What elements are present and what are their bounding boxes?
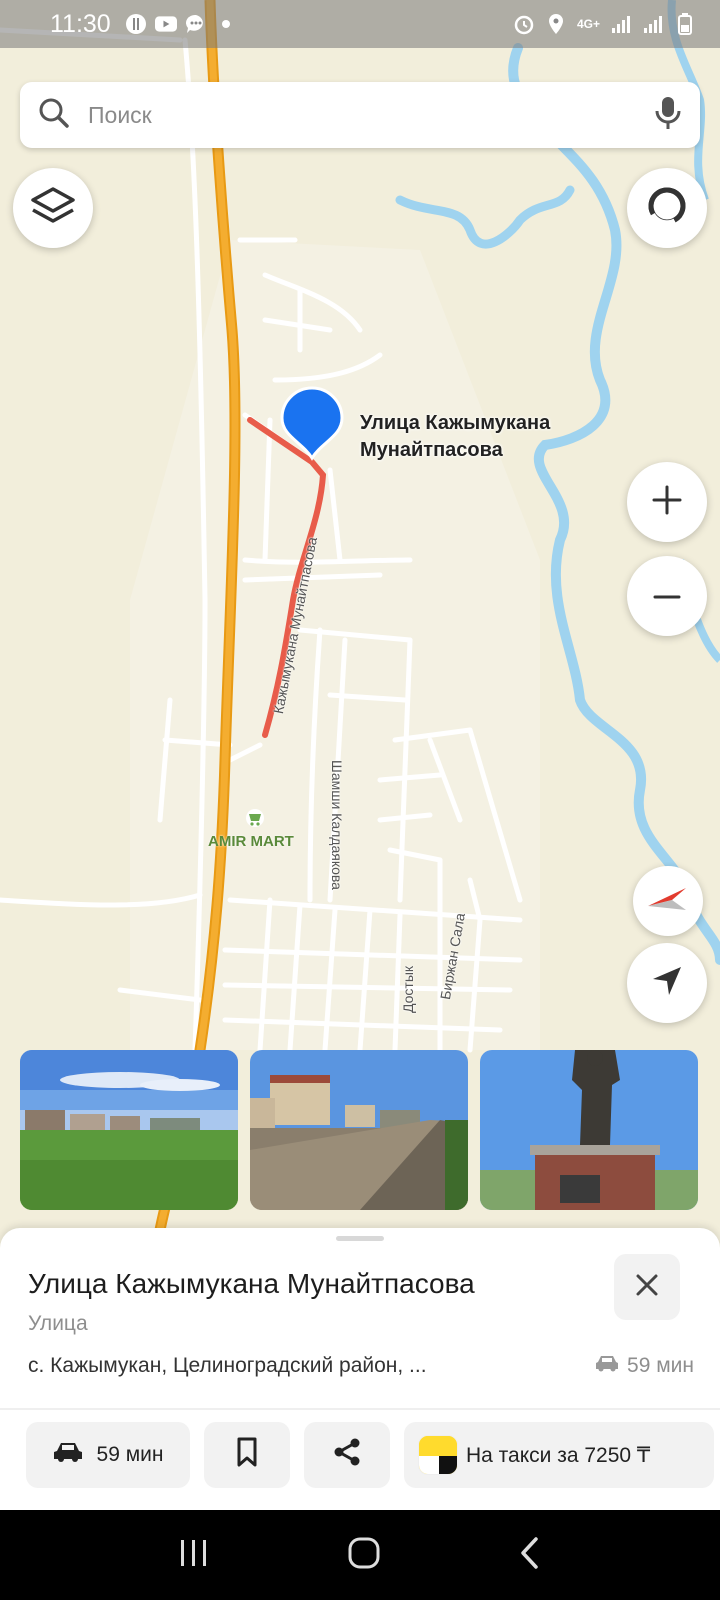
place-card: Улица Кажымукана Мунайтпасова Улица с. К… [0,1228,720,1510]
status-bar: 11:30 4G+ [0,0,720,48]
notification-icon [125,13,147,35]
share-icon [332,1437,362,1473]
photo-2[interactable] [250,1050,468,1210]
back-button[interactable] [518,1536,542,1575]
photo-3[interactable] [480,1050,698,1210]
search-bar[interactable]: Поиск [20,82,700,148]
dot-icon [215,13,237,35]
compass-ring-button[interactable] [627,168,707,248]
locate-icon [650,964,684,1003]
minus-icon [653,587,681,605]
search-icon [38,97,70,134]
divider [0,1408,720,1410]
route-button[interactable]: 59 мин [26,1422,190,1488]
place-eta: 59 мин [595,1354,694,1378]
bookmark-button[interactable] [204,1422,290,1488]
microphone-icon[interactable] [654,95,682,136]
photo-1[interactable] [20,1050,238,1210]
battery-icon [674,13,696,35]
shop-icon [246,809,264,827]
place-address: с. Кажымукан, Целиноградский район, ... [28,1354,427,1377]
street-label-kaldyakova: Шамши Калдаякова [329,760,345,890]
route-time: 59 мин [96,1443,164,1466]
taxi-logo [418,1435,458,1475]
system-nav-bar [0,1510,720,1600]
taxi-button[interactable]: На такси за 7250 ₸ [404,1422,714,1488]
place-title: Улица Кажымукана Мунайтпасова [28,1268,475,1299]
car-icon [595,1354,619,1378]
signal-icon-1 [610,13,632,35]
layers-icon [30,186,76,231]
network-type: 4G+ [576,17,600,31]
chat-icon [185,13,207,35]
zoom-in-button[interactable] [627,462,707,542]
locate-me-button[interactable] [627,943,707,1023]
place-eta-value: 59 мин [627,1354,694,1377]
photo-strip [20,1050,700,1210]
youtube-icon [154,13,177,35]
taxi-label: На такси за 7250 ₸ [466,1443,651,1467]
recent-apps-button[interactable] [178,1538,210,1573]
status-time: 11:30 [50,9,111,38]
compass-ring-icon [645,184,689,233]
street-label-dostyk: Достык [400,965,416,1013]
pin-label: Улица Кажымукана Мунайтпасова [360,412,551,461]
location-status-icon [545,13,567,35]
signal-icon-2 [642,13,664,35]
share-button[interactable] [304,1422,390,1488]
alarm-icon [513,13,535,35]
plus-icon [651,484,683,521]
poi-label-amir-mart[interactable]: AMIR MART [208,833,294,850]
action-row: 59 мин На такси за 7250 ₸ [26,1422,714,1488]
car-icon [53,1441,83,1469]
home-button[interactable] [347,1536,381,1575]
compass-icon [646,884,690,919]
search-input[interactable]: Поиск [88,102,654,129]
sheet-handle[interactable] [336,1236,384,1241]
close-button[interactable] [614,1254,680,1320]
place-type: Улица [28,1312,88,1335]
close-icon [635,1273,659,1302]
zoom-out-button[interactable] [627,556,707,636]
compass-button[interactable] [633,866,703,936]
bookmark-icon [236,1437,258,1473]
layers-button[interactable] [13,168,93,248]
